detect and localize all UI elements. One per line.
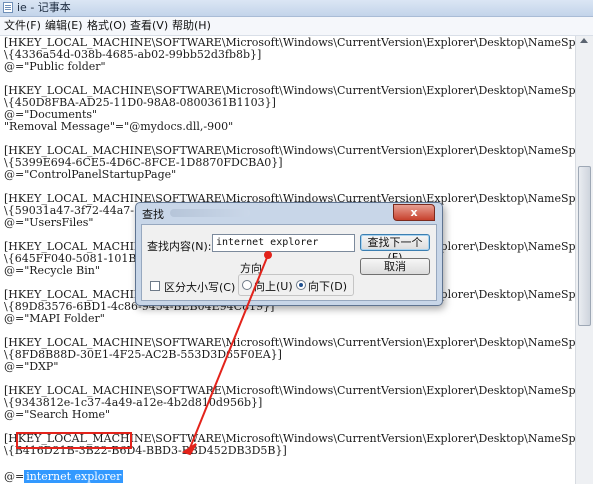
text-line: @="DXP" xyxy=(4,360,59,373)
find-next-button[interactable]: 查找下一个(F) xyxy=(360,234,430,264)
notepad-icon xyxy=(3,2,13,13)
title-blur xyxy=(170,209,250,217)
direction-up-label[interactable]: 向上(U) xyxy=(254,278,293,294)
text-line: @="Search Home" xyxy=(4,408,111,421)
menu-help[interactable]: 帮助(H) xyxy=(170,17,213,35)
dialog-body: 查找内容(N): internet explorer 查找下一个(F) 取消 方… xyxy=(141,224,437,301)
find-input[interactable]: internet explorer xyxy=(212,234,355,252)
text-line: @="ControlPanelStartupPage" xyxy=(4,168,177,181)
menu-file[interactable]: 文件(F) xyxy=(2,17,43,35)
text-line: @="Recycle Bin" xyxy=(4,264,100,277)
text-line: @="UsersFiles" xyxy=(4,216,94,229)
cancel-button[interactable]: 取消 xyxy=(360,258,430,275)
match-case-checkbox[interactable] xyxy=(150,281,160,291)
menu-format[interactable]: 格式(O) xyxy=(85,17,128,35)
menu-bar: 文件(F) 编辑(E) 格式(O) 查看(V) 帮助(H) xyxy=(0,17,593,36)
dialog-title: 查找 xyxy=(142,208,164,221)
scroll-thumb[interactable] xyxy=(578,166,591,326)
find-what-label: 查找内容(N): xyxy=(147,240,212,253)
text-line: @="Public folder" xyxy=(4,60,106,73)
text-line: @="MAPI Folder" xyxy=(4,312,105,325)
match-case-label[interactable]: 区分大小写(C) xyxy=(164,279,235,295)
close-button[interactable]: x xyxy=(393,204,435,221)
menu-view[interactable]: 查看(V) xyxy=(128,17,170,35)
direction-down-label[interactable]: 向下(D) xyxy=(308,278,347,294)
line-prefix: @= xyxy=(4,470,25,483)
direction-group: 向上(U) 向下(D) xyxy=(238,274,354,296)
direction-up-radio[interactable] xyxy=(242,280,252,290)
window-title-bar[interactable]: ie - 记事本 xyxy=(0,0,593,17)
selected-line: @= internet explorer xyxy=(4,470,124,484)
selected-text[interactable]: internet explorer xyxy=(24,470,124,483)
menu-edit[interactable]: 编辑(E) xyxy=(43,17,85,35)
direction-down-radio[interactable] xyxy=(296,280,306,290)
window-title: ie - 记事本 xyxy=(17,1,71,14)
text-line: "Removal Message"="@mydocs.dll,-900" xyxy=(4,120,234,133)
vertical-scrollbar[interactable] xyxy=(575,36,593,484)
scroll-up-icon[interactable] xyxy=(580,38,588,43)
find-dialog: 查找 x 查找内容(N): internet explorer 查找下一个(F)… xyxy=(135,202,443,306)
highlight-box xyxy=(16,432,132,449)
